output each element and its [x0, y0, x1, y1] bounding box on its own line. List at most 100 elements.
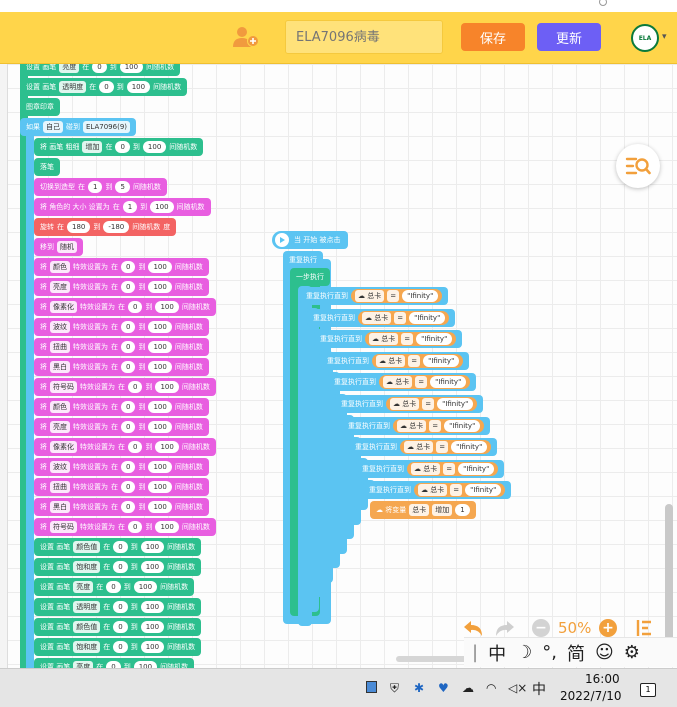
set-pen-param-block[interactable]: 设置 画笔 亮度在 0 到 100 间随机数 — [34, 658, 195, 668]
ime-moon-icon[interactable]: ☽ — [516, 642, 532, 663]
block-number-input[interactable]: 100 — [126, 81, 151, 93]
block-dropdown[interactable]: 颜色值 — [73, 621, 101, 633]
block-number-input[interactable]: 100 — [148, 361, 172, 373]
block-number-input[interactable]: 100 — [155, 521, 179, 533]
set-effect-block[interactable]: 将黑白 特效设置为在 0 到 100 间随机数 — [34, 358, 209, 376]
set-effect-block[interactable]: 将颜色 特效设置为在 0 到 100 间随机数 — [34, 258, 209, 276]
block-number-input[interactable]: 0 — [121, 421, 136, 433]
block-dropdown[interactable]: ELA7096(9) — [83, 121, 131, 133]
repeat-until-block[interactable]: 重复执行直到 ☁ 总卡 = "Ifinity" — [342, 416, 491, 435]
block-number-input[interactable]: 0 — [128, 441, 143, 453]
equals-operator[interactable]: ☁ 总卡 = "Ifinity" — [365, 332, 457, 347]
block-number-input[interactable]: 100 — [140, 541, 165, 553]
block-dropdown[interactable]: 颜色值 — [73, 541, 101, 553]
pen-down-block[interactable]: 落笔 — [34, 158, 60, 176]
repeat-until-block[interactable]: 重复执行直到 ☁ 总卡 = "Ifinity" — [363, 481, 512, 500]
block-number-input[interactable]: 100 — [148, 321, 172, 333]
block-number-input[interactable]: 0 — [115, 141, 130, 153]
redo-icon[interactable] — [494, 620, 516, 638]
block-number-input[interactable]: 100 — [148, 501, 172, 513]
block-number-input[interactable]: 100 — [142, 141, 167, 153]
stamp-block[interactable]: 图章印章 — [20, 98, 60, 116]
set-pen-param-block[interactable]: 设置 画笔 饱和度在 0 到 100 间随机数 — [34, 558, 202, 576]
repeat-until-block[interactable]: 重复执行直到 ☁ 总卡 = "Ifinity" — [349, 438, 498, 457]
avatar[interactable]: ELA — [631, 24, 659, 52]
set-effect-block[interactable]: 将像素化 特效设置为在 0 到 100 间随机数 — [34, 298, 216, 316]
block-dropdown[interactable]: 颜色 — [50, 261, 70, 273]
block-dropdown[interactable]: 扭曲 — [50, 341, 70, 353]
block-number-input[interactable]: 0 — [121, 481, 136, 493]
repeat-until-block[interactable]: 重复执行直到 ☁ 总卡 = "Ifinity" — [321, 351, 470, 370]
step-block[interactable]: 一步执行 — [290, 268, 330, 286]
change-pen-size-block[interactable]: 将 画笔 粗细 增加在 0 到 100 间随机数 — [34, 138, 204, 156]
set-effect-block[interactable]: 将波纹 特效设置为在 0 到 100 间随机数 — [34, 318, 209, 336]
block-number-input[interactable]: 0 — [106, 661, 121, 668]
set-effect-block[interactable]: 将扭曲 特效设置为在 0 到 100 间随机数 — [34, 478, 209, 496]
forever-block[interactable]: 重复执行 — [283, 251, 323, 269]
ime-language-indicator[interactable]: 中 — [532, 679, 546, 699]
equals-operator[interactable]: ☁ 总卡 = "Ifinity" — [414, 483, 506, 498]
variable-dropdown[interactable]: ☁ 总卡 — [397, 419, 427, 432]
infinity-input[interactable]: "Ifinity" — [458, 462, 495, 475]
block-dropdown[interactable]: 黑白 — [50, 501, 70, 513]
block-dropdown[interactable]: 透明度 — [73, 601, 101, 613]
block-number-input[interactable]: 100 — [155, 441, 179, 453]
set-pen-param-block[interactable]: 设置 画笔 透明度在 0 到 100 间随机数 — [34, 598, 202, 616]
block-dropdown[interactable]: 随机 — [57, 241, 77, 253]
block-number-input[interactable]: 100 — [133, 661, 158, 668]
block-number-input[interactable]: 100 — [155, 301, 179, 313]
wifi-icon[interactable]: ◠ — [486, 681, 496, 695]
turn-block[interactable]: 旋转在 180 到 -180 间随机数度 — [34, 218, 177, 236]
zoom-in-button[interactable]: + — [599, 619, 617, 637]
infinity-input[interactable]: "Ifinity" — [430, 376, 467, 389]
block-number-input[interactable]: 100 — [140, 621, 165, 633]
repeat-until-block[interactable]: 重复执行直到 ☁ 总卡 = "Ifinity" — [314, 330, 463, 349]
block-number-input[interactable]: 0 — [99, 81, 114, 93]
save-button[interactable]: 保存 — [461, 23, 525, 51]
block-dropdown[interactable]: 亮度 — [50, 421, 70, 433]
set-pen-param-block[interactable]: 设置 画笔 亮度在 0 到 100 间随机数 — [34, 578, 195, 596]
infinity-input[interactable]: "Ifinity" — [423, 354, 460, 367]
variable-dropdown[interactable]: ☁ 总卡 — [369, 333, 399, 346]
block-number-input[interactable]: 100 — [148, 281, 172, 293]
tray-app-icon[interactable] — [366, 681, 377, 693]
block-dropdown[interactable]: 像素化 — [50, 441, 77, 453]
block-number-input[interactable]: 100 — [140, 641, 165, 653]
block-dropdown[interactable]: 透明度 — [59, 81, 87, 93]
block-number-input[interactable]: 0 — [121, 341, 136, 353]
block-dropdown[interactable]: 亮度 — [73, 581, 94, 593]
block-number-input[interactable]: 100 — [119, 64, 144, 73]
set-effect-block[interactable]: 将亮度 特效设置为在 0 到 100 间随机数 — [34, 418, 209, 436]
block-dropdown[interactable]: 波纹 — [50, 321, 70, 333]
chevron-down-icon[interactable]: ▾ — [662, 32, 667, 42]
set-pen-brightness-block[interactable]: 设置 画笔 亮度在 0 到 100 间随机数 — [20, 64, 181, 76]
clock-time[interactable]: 16:00 — [585, 672, 620, 686]
block-dropdown[interactable]: 扭曲 — [50, 481, 70, 493]
block-number-input[interactable]: 0 — [121, 501, 136, 513]
set-effect-block[interactable]: 将亮度 特效设置为在 0 到 100 间随机数 — [34, 278, 209, 296]
code-workspace[interactable]: 设置 画笔 亮度在 0 到 100 间随机数 设置 画笔 透明度在 0 到 100 间随机数 图章印章如… — [0, 64, 677, 668]
switch-costume-block[interactable]: 切换到造型在 1 到 5 间随机数 — [34, 178, 167, 196]
block-number-input[interactable]: 100 — [133, 581, 158, 593]
equals-operator[interactable]: ☁ 总卡 = "Ifinity" — [407, 461, 499, 476]
ime-punct-button[interactable]: °, — [542, 642, 557, 663]
block-number-input[interactable]: 1 — [88, 181, 103, 193]
undo-icon[interactable] — [462, 620, 484, 638]
block-dropdown[interactable]: 颜色 — [50, 401, 70, 413]
block-dropdown[interactable]: 黑白 — [50, 361, 70, 373]
variable-dropdown[interactable]: ☁ 总卡 — [418, 484, 448, 497]
defender-icon[interactable]: ♥ — [438, 681, 449, 695]
infinity-input[interactable]: "Ifinity" — [465, 484, 502, 497]
block-number-input[interactable]: 0 — [113, 641, 128, 653]
variable-dropdown[interactable]: ☁ 总卡 — [355, 290, 385, 302]
repeat-until-block[interactable]: 重复执行直到 ☁ 总卡 = "Ifinity" — [300, 287, 449, 305]
infinity-input[interactable]: "Ifinity" — [409, 311, 446, 324]
equals-operator[interactable]: ☁ 总卡 = "Ifinity" — [351, 289, 443, 303]
notification-center-icon[interactable]: 1 — [640, 683, 656, 697]
block-number-input[interactable]: 100 — [140, 561, 165, 573]
set-effect-block[interactable]: 将黑白 特效设置为在 0 到 100 间随机数 — [34, 498, 209, 516]
repeat-until-block[interactable]: 重复执行直到 ☁ 总卡 = "Ifinity" — [328, 373, 477, 392]
block-number-input[interactable]: 0 — [121, 321, 136, 333]
variable-dropdown[interactable]: ☁ 总卡 — [404, 441, 434, 454]
infinity-input[interactable]: "Ifinity" — [402, 290, 439, 302]
